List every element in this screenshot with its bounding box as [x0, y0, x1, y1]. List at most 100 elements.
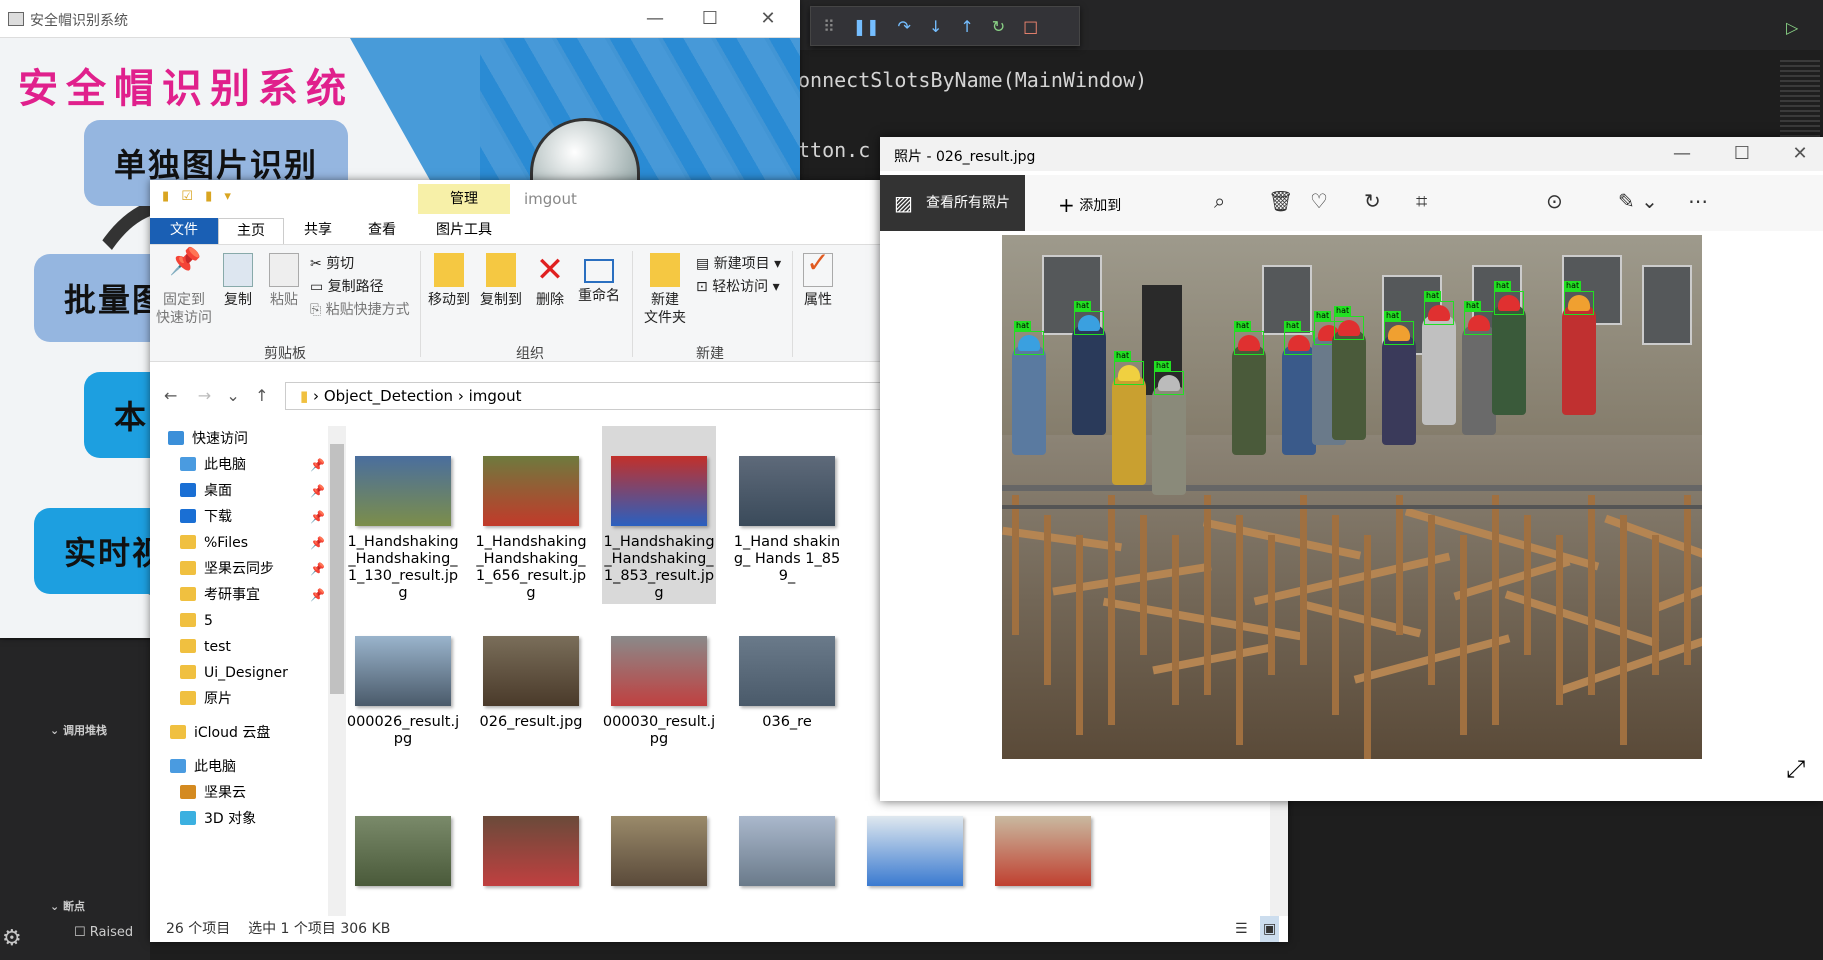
- delete-button[interactable]: ✕ 删除: [530, 253, 570, 309]
- file-item[interactable]: 026_result.jpg: [474, 636, 588, 731]
- minimize-icon[interactable]: —: [645, 8, 665, 29]
- rename-label: 重命名: [578, 288, 620, 304]
- tab-home[interactable]: 主页: [218, 218, 284, 244]
- copy-path-button[interactable]: ▭ 复制路径: [310, 276, 384, 296]
- gear-icon[interactable]: ⚙: [2, 926, 28, 952]
- detection-label: hat: [1014, 321, 1032, 331]
- details-view-icon[interactable]: ☰: [1235, 916, 1248, 942]
- tab-picture-tools[interactable]: 图片工具: [418, 218, 510, 244]
- copy-button[interactable]: 复制: [216, 253, 260, 309]
- file-item[interactable]: 1_Handshaking_Handshaking_1_656_result.j…: [474, 456, 588, 602]
- manage-context-tab[interactable]: 管理: [418, 184, 510, 214]
- file-name: 1_Handshaking_Handshaking_1_656_result.j…: [475, 534, 587, 601]
- raised-exceptions-checkbox[interactable]: ☐ Raised: [74, 925, 133, 940]
- nav-item[interactable]: 此电脑: [170, 754, 236, 780]
- easy-access-button[interactable]: ⊡ 轻松访问 ▾: [696, 276, 780, 296]
- maximize-icon[interactable]: ☐: [1732, 143, 1752, 164]
- pin-icon[interactable]: 📌: [310, 510, 325, 524]
- expand-icon[interactable]: ⤢: [1786, 755, 1805, 783]
- more-icon[interactable]: ⋯: [1688, 189, 1708, 213]
- nav-item[interactable]: 快速访问: [168, 426, 248, 452]
- add-to-button[interactable]: + 添加到: [1058, 193, 1121, 217]
- breakpoints-header[interactable]: ⌄ 断点: [50, 898, 85, 914]
- nav-scrollbar-thumb[interactable]: [330, 444, 344, 694]
- run-icon[interactable]: ▷: [1786, 18, 1798, 37]
- nav-item[interactable]: test: [180, 634, 231, 660]
- nav-item[interactable]: iCloud 云盘: [170, 720, 270, 746]
- close-icon[interactable]: ✕: [758, 8, 778, 29]
- step-out-icon[interactable]: ↑: [960, 17, 973, 36]
- nav-item[interactable]: 原片: [180, 686, 232, 712]
- stop-icon[interactable]: □: [1023, 17, 1038, 36]
- breadcrumb-segment[interactable]: imgout: [469, 387, 522, 405]
- paste-shortcut-button[interactable]: ⎘ 粘贴快捷方式: [310, 299, 410, 319]
- forward-icon[interactable]: →: [198, 386, 211, 405]
- file-item[interactable]: 1_Handshaking_Handshaking_1_853_result.j…: [602, 426, 716, 604]
- step-into-icon[interactable]: ↓: [929, 17, 942, 36]
- nav-item[interactable]: Ui_Designer: [180, 660, 288, 686]
- zoom-icon[interactable]: ⌕: [1214, 189, 1225, 213]
- file-item[interactable]: [474, 816, 588, 894]
- nav-item[interactable]: 坚果云同步: [180, 556, 274, 582]
- quick-access-toolbar[interactable]: ▮ ☑ ▮ ▾: [162, 189, 235, 204]
- wooden-post: [1332, 515, 1339, 715]
- pin-icon[interactable]: 📌: [310, 536, 325, 550]
- focus-icon[interactable]: ⊙: [1546, 189, 1563, 213]
- step-over-icon[interactable]: ↷: [898, 17, 911, 36]
- cut-button[interactable]: ✂ 剪切: [310, 253, 354, 273]
- view-all-photos-button[interactable]: ▨ 查看所有照片: [880, 175, 1025, 231]
- breadcrumb-segment[interactable]: Object_Detection: [324, 387, 453, 405]
- file-item[interactable]: [986, 816, 1100, 894]
- nav-item[interactable]: 3D 对象: [180, 806, 256, 832]
- file-item[interactable]: [346, 816, 460, 894]
- file-item[interactable]: 000026_result.jpg: [346, 636, 460, 748]
- nav-item[interactable]: 桌面: [180, 478, 232, 504]
- maximize-icon[interactable]: ☐: [700, 8, 720, 29]
- file-item[interactable]: [602, 816, 716, 894]
- file-item[interactable]: 1_Hand shaking_ Hands 1_859_: [730, 456, 844, 585]
- pin-icon[interactable]: 📌: [310, 588, 325, 602]
- paste-button[interactable]: 粘贴: [262, 253, 306, 309]
- delete-icon[interactable]: 🗑: [1268, 189, 1293, 213]
- back-icon[interactable]: ←: [164, 386, 177, 405]
- nav-item[interactable]: %Files: [180, 530, 248, 556]
- up-icon[interactable]: ↑: [255, 386, 268, 405]
- new-item-button[interactable]: ▤ 新建项目 ▾: [696, 253, 781, 273]
- file-item[interactable]: [858, 816, 972, 894]
- pause-icon[interactable]: ❚❚: [853, 17, 880, 36]
- restart-icon[interactable]: ↻: [992, 17, 1005, 36]
- callstack-header[interactable]: ⌄ 调用堆栈: [50, 722, 107, 738]
- nav-item[interactable]: 下载: [180, 504, 232, 530]
- heart-icon[interactable]: ♡: [1310, 189, 1328, 213]
- recent-dropdown-icon[interactable]: ⌄: [226, 386, 239, 405]
- nav-item[interactable]: 5: [180, 608, 213, 634]
- pin-icon[interactable]: 📌: [310, 484, 325, 498]
- copy-to-button[interactable]: 复制到: [476, 253, 526, 309]
- nav-item[interactable]: 考研事宜: [180, 582, 260, 608]
- file-item[interactable]: [730, 816, 844, 894]
- rotate-icon[interactable]: ↻: [1364, 189, 1381, 213]
- nav-item[interactable]: 坚果云: [180, 780, 246, 806]
- pin-icon[interactable]: 📌: [310, 562, 325, 576]
- pin-icon[interactable]: 📌: [310, 458, 325, 472]
- new-folder-button[interactable]: 新建 文件夹: [638, 253, 692, 327]
- thumbnail-view-icon[interactable]: ▣: [1260, 916, 1280, 942]
- file-item[interactable]: 000030_result.jpg: [602, 636, 716, 748]
- file-item[interactable]: 1_Handshaking_Handshaking_1_130_result.j…: [346, 456, 460, 602]
- tab-share[interactable]: 共享: [286, 218, 350, 244]
- move-to-button[interactable]: 移动到: [424, 253, 474, 309]
- tab-file[interactable]: 文件: [150, 218, 218, 244]
- properties-button[interactable]: ✓ 属性: [798, 249, 838, 309]
- photo-image[interactable]: hat hat hat hat hat hat hat hat hat hat hat hat hat: [1002, 235, 1702, 759]
- file-item[interactable]: 036_re: [730, 636, 844, 731]
- nav-item-label: 此电脑: [194, 759, 236, 775]
- drag-handle-icon[interactable]: ⠿: [823, 17, 835, 36]
- crop-icon[interactable]: ⌗: [1416, 189, 1427, 213]
- edit-icon[interactable]: ✎ ⌄: [1618, 189, 1658, 213]
- pin-quick-access-button[interactable]: 📌 固定到 快速访问: [156, 249, 212, 327]
- tab-view[interactable]: 查看: [350, 218, 414, 244]
- minimize-icon[interactable]: —: [1672, 143, 1692, 164]
- nav-item[interactable]: 此电脑: [180, 452, 246, 478]
- rename-button[interactable]: 重命名: [574, 253, 624, 305]
- close-icon[interactable]: ✕: [1790, 143, 1810, 164]
